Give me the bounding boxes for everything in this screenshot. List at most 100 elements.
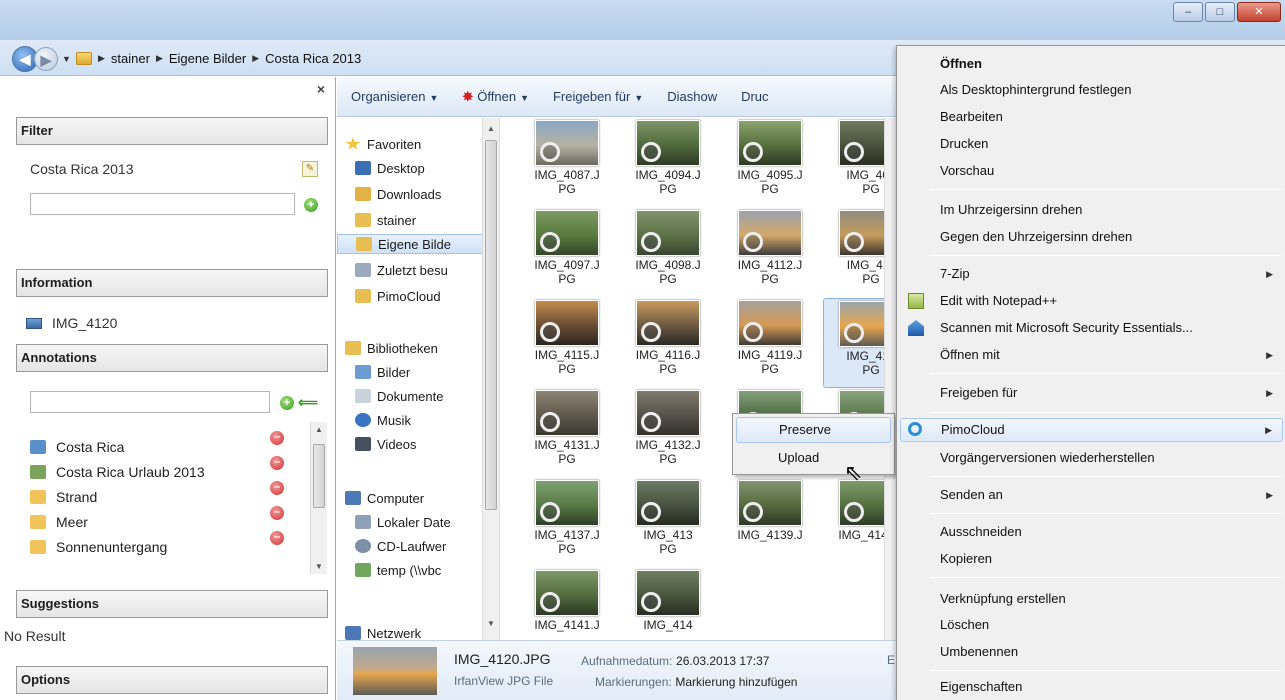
scroll-down-icon[interactable]: ▼: [315, 562, 323, 571]
edit-filter-icon[interactable]: ✎: [302, 161, 318, 177]
open-with-menu-item[interactable]: Öffnen mit ▶: [900, 343, 1283, 367]
properties-menu-item[interactable]: Eigenschaften: [900, 675, 1283, 699]
chevron-right-icon[interactable]: ▶: [156, 53, 163, 64]
scrollbar-thumb[interactable]: [313, 444, 325, 508]
close-panel-icon[interactable]: ×: [317, 81, 325, 97]
file-thumbnail[interactable]: IMG_4139.J: [722, 478, 818, 568]
tags-value[interactable]: Markierung hinzufügen: [675, 675, 797, 689]
minimize-button[interactable]: –: [1173, 2, 1203, 22]
edit-menu-item[interactable]: Bearbeiten: [900, 105, 1283, 129]
nav-item-favorites[interactable]: Favoriten: [345, 134, 421, 154]
assign-annotation-icon[interactable]: ⟸: [298, 394, 318, 411]
nav-item-music[interactable]: Musik: [355, 410, 411, 430]
breadcrumb-item[interactable]: Eigene Bilder: [169, 51, 246, 66]
filter-input[interactable]: [30, 193, 295, 215]
nav-item-documents[interactable]: Dokumente: [355, 386, 443, 406]
nav-item-eigene-bilder[interactable]: Eigene Bilde: [337, 234, 483, 254]
print-menu-item[interactable]: Drucken: [900, 132, 1283, 156]
add-filter-icon[interactable]: +: [304, 198, 318, 212]
remove-annotation-icon[interactable]: –: [270, 456, 284, 470]
rotate-ccw-menu-item[interactable]: Gegen den Uhrzeigersinn drehen: [900, 225, 1283, 249]
nav-item-pimocloud[interactable]: PimoCloud: [355, 286, 441, 306]
file-thumbnail[interactable]: IMG_4141.J: [519, 568, 615, 640]
copy-menu-item[interactable]: Kopieren: [900, 547, 1283, 571]
preview-menu-item[interactable]: Vorschau: [900, 159, 1283, 183]
scroll-up-icon[interactable]: ▲: [315, 425, 323, 434]
annotation-item[interactable]: Costa Rica: [30, 437, 124, 457]
remove-annotation-icon[interactable]: –: [270, 481, 284, 495]
notepad-menu-item[interactable]: Edit with Notepad++: [900, 289, 1283, 313]
share-menu-item[interactable]: Freigeben für ▶: [900, 381, 1283, 405]
cut-menu-item[interactable]: Ausschneiden: [900, 520, 1283, 544]
nav-item-cd-drive[interactable]: CD-Laufwer: [355, 536, 446, 556]
scroll-down-icon[interactable]: ▼: [487, 619, 495, 628]
chevron-right-icon[interactable]: ▶: [98, 53, 105, 64]
send-to-menu-item[interactable]: Senden an ▶: [900, 483, 1283, 507]
file-thumbnail[interactable]: IMG_4095.J PG: [722, 118, 818, 208]
suggestions-header[interactable]: Suggestions: [16, 590, 328, 618]
breadcrumb-item[interactable]: Costa Rica 2013: [265, 51, 361, 66]
nav-item-desktop[interactable]: Desktop: [355, 158, 425, 178]
nav-item-recent[interactable]: Zuletzt besu: [355, 260, 448, 280]
nav-item-temp[interactable]: temp (\\vbc: [355, 560, 441, 580]
upload-menu-item[interactable]: Upload: [736, 445, 891, 471]
add-annotation-icon[interactable]: +: [280, 396, 294, 410]
file-thumbnail[interactable]: IMG_4094.J PG: [620, 118, 716, 208]
delete-menu-item[interactable]: Löschen: [900, 613, 1283, 637]
preserve-menu-item[interactable]: Preserve: [736, 417, 891, 443]
nav-item-pictures[interactable]: Bilder: [355, 362, 410, 382]
set-wallpaper-menu-item[interactable]: Als Desktophintergrund festlegen: [900, 78, 1283, 102]
nav-item-network[interactable]: Netzwerk: [345, 626, 421, 640]
annotation-item[interactable]: Costa Rica Urlaub 2013: [30, 462, 205, 482]
history-dropdown-icon[interactable]: ▼: [62, 54, 71, 64]
annotations-scrollbar[interactable]: ▲ ▼: [310, 422, 327, 574]
scrollbar-thumb[interactable]: [485, 140, 497, 510]
forward-button[interactable]: ▶: [34, 47, 58, 71]
file-thumbnail[interactable]: IMG_4087.J PG: [519, 118, 615, 208]
file-thumbnail[interactable]: IMG_414: [620, 568, 716, 640]
annotation-item[interactable]: Meer: [30, 512, 88, 532]
7zip-menu-item[interactable]: 7-Zip ▶: [900, 262, 1283, 286]
print-button[interactable]: Druc: [729, 89, 780, 104]
scan-menu-item[interactable]: Scannen mit Microsoft Security Essential…: [900, 316, 1283, 340]
breadcrumb-item[interactable]: stainer: [111, 51, 150, 66]
file-thumbnail[interactable]: IMG_4112.J PG: [722, 208, 818, 298]
nav-item-computer[interactable]: Computer: [345, 488, 424, 508]
file-thumbnail[interactable]: IMG_4115.J PG: [519, 298, 615, 388]
navigation-scrollbar[interactable]: ▲ ▼: [482, 118, 499, 640]
slideshow-button[interactable]: Diashow: [655, 89, 729, 104]
maximize-button[interactable]: □: [1205, 2, 1235, 22]
file-thumbnail[interactable]: IMG_4098.J PG: [620, 208, 716, 298]
create-shortcut-menu-item[interactable]: Verknüpfung erstellen: [900, 587, 1283, 611]
organize-button[interactable]: Organisieren ▼: [337, 89, 450, 104]
annotations-header[interactable]: Annotations: [16, 344, 328, 372]
rotate-cw-menu-item[interactable]: Im Uhrzeigersinn drehen: [900, 198, 1283, 222]
close-button[interactable]: ✕: [1237, 2, 1281, 22]
nav-item-local-drive[interactable]: Lokaler Date: [355, 512, 451, 532]
annotation-input[interactable]: [30, 391, 270, 413]
filter-header[interactable]: Filter: [16, 117, 328, 145]
file-thumbnail[interactable]: IMG_4131.J PG: [519, 388, 615, 478]
chevron-right-icon[interactable]: ▶: [252, 53, 259, 64]
share-button[interactable]: Freigeben für ▼: [541, 89, 655, 104]
nav-item-stainer[interactable]: stainer: [355, 210, 416, 230]
file-thumbnail[interactable]: IMG_413 PG: [620, 478, 716, 568]
remove-annotation-icon[interactable]: –: [270, 531, 284, 545]
information-header[interactable]: Information: [16, 269, 328, 297]
file-thumbnail[interactable]: IMG_4097.J PG: [519, 208, 615, 298]
breadcrumb[interactable]: ▶ stainer ▶ Eigene Bilder ▶ Costa Rica 2…: [76, 46, 361, 70]
pimocloud-menu-item[interactable]: PimoCloud ▶: [900, 418, 1283, 442]
nav-item-libraries[interactable]: Bibliotheken: [345, 338, 438, 358]
file-thumbnail[interactable]: IMG_4137.J PG: [519, 478, 615, 568]
open-button[interactable]: ✸ Öffnen ▼: [450, 89, 541, 105]
nav-item-videos[interactable]: Videos: [355, 434, 417, 454]
annotation-item[interactable]: Strand: [30, 487, 97, 507]
remove-annotation-icon[interactable]: –: [270, 431, 284, 445]
open-menu-item[interactable]: Öffnen: [900, 52, 1283, 76]
nav-item-downloads[interactable]: Downloads: [355, 184, 441, 204]
file-thumbnail[interactable]: IMG_4119.J PG: [722, 298, 818, 388]
file-thumbnail[interactable]: IMG_4132.J PG: [620, 388, 716, 478]
file-thumbnail[interactable]: IMG_4116.J PG: [620, 298, 716, 388]
restore-versions-menu-item[interactable]: Vorgängerversionen wiederherstellen: [900, 446, 1283, 470]
rename-menu-item[interactable]: Umbenennen: [900, 640, 1283, 664]
